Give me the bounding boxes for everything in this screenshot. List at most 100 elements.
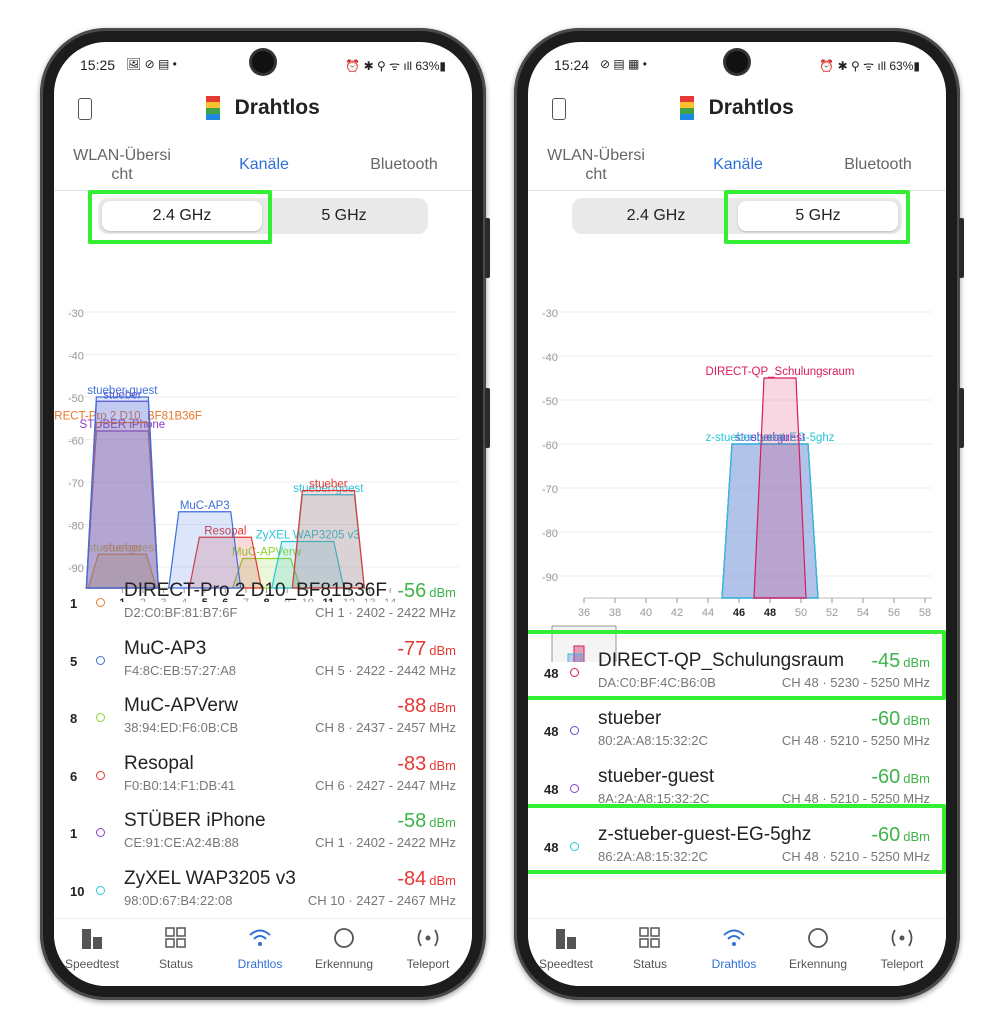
nav-label: Speedtest — [64, 957, 120, 971]
signal-value: -60 — [871, 708, 901, 730]
tab-wlan-overview[interactable]: WLAN-Übersi cht — [62, 146, 182, 186]
x-tick-label: 38 — [609, 607, 621, 619]
x-tick-label: 44 — [702, 607, 714, 619]
signal-strength: -84 dBm — [397, 868, 456, 891]
y-tick-label: -70 — [542, 484, 558, 496]
nav-label: Teleport — [880, 957, 924, 971]
tab-bar: WLAN-Übersi cht Kanäle Bluetooth — [528, 147, 946, 205]
y-tick-label: -30 — [68, 308, 84, 320]
y-tick-label: -30 — [542, 308, 558, 320]
volume-button — [959, 218, 964, 278]
y-tick-label: -40 — [542, 352, 558, 364]
circle-icon — [302, 927, 386, 953]
nav-label: Drahtlos — [711, 957, 757, 971]
x-tick-label: 54 — [857, 607, 869, 619]
app-logo-icon — [680, 96, 695, 120]
notification-icons: 🖼 ⊘ ▤ • — [126, 57, 177, 71]
x-tick-label: 50 — [795, 607, 807, 619]
nav-item-drahtlos[interactable]: Drahtlos — [692, 927, 776, 971]
band-5ghz-button[interactable]: 5 GHz — [264, 201, 424, 231]
network-color-dot — [96, 828, 105, 837]
app-bar: Drahtlos — [528, 88, 946, 134]
y-tick-label: -80 — [68, 521, 84, 533]
network-label: stueber — [309, 479, 348, 491]
band-24ghz-button[interactable]: 2.4 GHz — [576, 201, 736, 231]
network-list-item[interactable]: 1 STÜBER iPhone CE:91:CE:A2:4B:88 -58 dBm CH … — [54, 802, 472, 858]
signal-strength: -58 dBm — [397, 810, 456, 833]
tab-bluetooth[interactable]: Bluetooth — [344, 156, 464, 196]
network-bssid: F0:B0:14:F1:DB:41 — [124, 777, 236, 793]
x-tick-label: 46 — [733, 607, 745, 619]
y-tick-label: -60 — [542, 440, 558, 452]
network-ssid: stueber — [598, 708, 662, 729]
y-tick-label: -50 — [68, 393, 84, 405]
network-list-item[interactable]: 48 stueber 80:2A:A8:15:32:2C -60 dBm CH 48 · … — [528, 700, 946, 756]
x-tick-label: 36 — [578, 607, 590, 619]
channel-number: 10 — [70, 883, 85, 899]
nav-item-drahtlos[interactable]: Drahtlos — [218, 927, 302, 971]
nav-label: Status — [632, 957, 668, 971]
network-ssid: STÜBER iPhone — [124, 810, 266, 831]
signal-value: -84 — [397, 867, 427, 890]
signal-unit: dBm — [903, 713, 930, 728]
wifi-icon — [218, 927, 302, 953]
channel-number: 1 — [70, 596, 78, 611]
network-color-dot — [570, 784, 579, 793]
network-list-item[interactable]: 5 MuC-AP3 F4:8C:EB:57:27:A8 -77 dBm CH 5 · 24… — [54, 630, 472, 686]
channel-frequency: CH 1 · 2402 - 2422 MHz — [315, 605, 456, 620]
network-bssid: 98:0D:67:B4:22:08 — [124, 892, 233, 908]
network-bssid: D2:C0:BF:81:B7:6F — [124, 605, 238, 620]
channel-number: 48 — [544, 782, 559, 797]
channel-number: 8 — [70, 711, 78, 726]
signal-value: -60 — [871, 766, 901, 788]
screen-right: 15:24 ⊘ ▤ ▦ • ⏰ ✱ ⚲ ᯤ ıll 63%▮ Drahtlos … — [528, 42, 946, 986]
network-bssid: 80:2A:A8:15:32:2C — [598, 733, 708, 748]
network-list-item[interactable]: 1 DIRECT-Pro 2 D10_BF81B36F D2:C0:BF:81:B7… — [54, 572, 472, 628]
network-area — [85, 396, 159, 589]
system-icons: ⏰ ✱ ⚲ ᯤ ıll 63%▮ — [345, 59, 446, 73]
nav-item-teleport[interactable]: Teleport — [860, 927, 944, 971]
tab-bar: WLAN-Übersi cht Kanäle Bluetooth — [54, 147, 472, 205]
nav-item-teleport[interactable]: Teleport — [386, 927, 470, 971]
power-button — [959, 388, 964, 448]
signal-unit: dBm — [429, 872, 456, 888]
signal-unit: dBm — [903, 771, 930, 786]
signal-strength: -77 dBm — [397, 638, 456, 661]
nav-item-speedtest[interactable]: Speedtest — [528, 927, 608, 971]
nav-label: Erkennung — [788, 957, 848, 971]
x-tick-label: 56 — [888, 607, 900, 619]
highlight-box — [88, 190, 272, 244]
bottom-nav: Speedtest Status Drahtlos Erkennung Teleport — [528, 918, 946, 986]
nav-item-status[interactable]: Status — [134, 927, 218, 971]
network-bssid: F4:8C:EB:57:27:A8 — [124, 662, 237, 678]
phone-left: 15:25 🖼 ⊘ ▤ • ⏰ ✱ ⚲ ᯤ ıll 63%▮ Drahtlos … — [40, 28, 490, 1000]
network-ssid: MuC-APVerw — [124, 695, 239, 716]
network-color-dot — [96, 655, 105, 665]
channel-chart-5ghz: -30 -40 -50 -60 -70 -80 -90 36 38 40 42 44 46 48 50 52 5… — [542, 308, 932, 662]
channel-number: 6 — [70, 768, 78, 784]
nav-label: Teleport — [406, 957, 450, 971]
channel-frequency: CH 48 · 5210 - 5250 MHz — [781, 733, 930, 748]
highlight-box — [724, 190, 910, 244]
network-ssid: Resopal — [124, 752, 194, 774]
nav-item-status[interactable]: Status — [608, 927, 692, 971]
tab-wlan-overview[interactable]: WLAN-Übersi cht — [536, 146, 656, 186]
network-list-item[interactable]: 6 Resopal F0:B0:14:F1:DB:41 -83 dBm CH 6 · 24… — [54, 745, 472, 801]
grid-icon — [608, 927, 692, 953]
network-color-dot — [96, 885, 105, 895]
channel-frequency: CH 10 · 2427 - 2467 MHz — [307, 892, 456, 908]
nav-item-erkennung[interactable]: Erkennung — [776, 927, 860, 971]
app-logo-icon — [206, 96, 221, 120]
nav-item-erkennung[interactable]: Erkennung — [302, 927, 386, 971]
network-list-item[interactable]: 10 ZyXEL WAP3205 v3 98:0D:67:B4:22:08 -84 dB… — [54, 860, 472, 916]
network-color-dot — [96, 770, 105, 780]
nav-item-speedtest[interactable]: Speedtest — [54, 927, 134, 971]
network-list-item[interactable]: 8 MuC-APVerw 38:94:ED:F6:0B:CB -88 dBm CH 8 ·… — [54, 687, 472, 743]
network-bssid: CE:91:CE:A2:4B:88 — [124, 835, 239, 850]
nav-label: Status — [158, 957, 194, 971]
tab-channels-label: Kanäle — [239, 156, 289, 173]
channel-number: 1 — [70, 826, 78, 841]
y-tick-label: -90 — [542, 572, 558, 584]
teleport-icon — [386, 927, 470, 953]
signal-unit: dBm — [429, 757, 456, 773]
